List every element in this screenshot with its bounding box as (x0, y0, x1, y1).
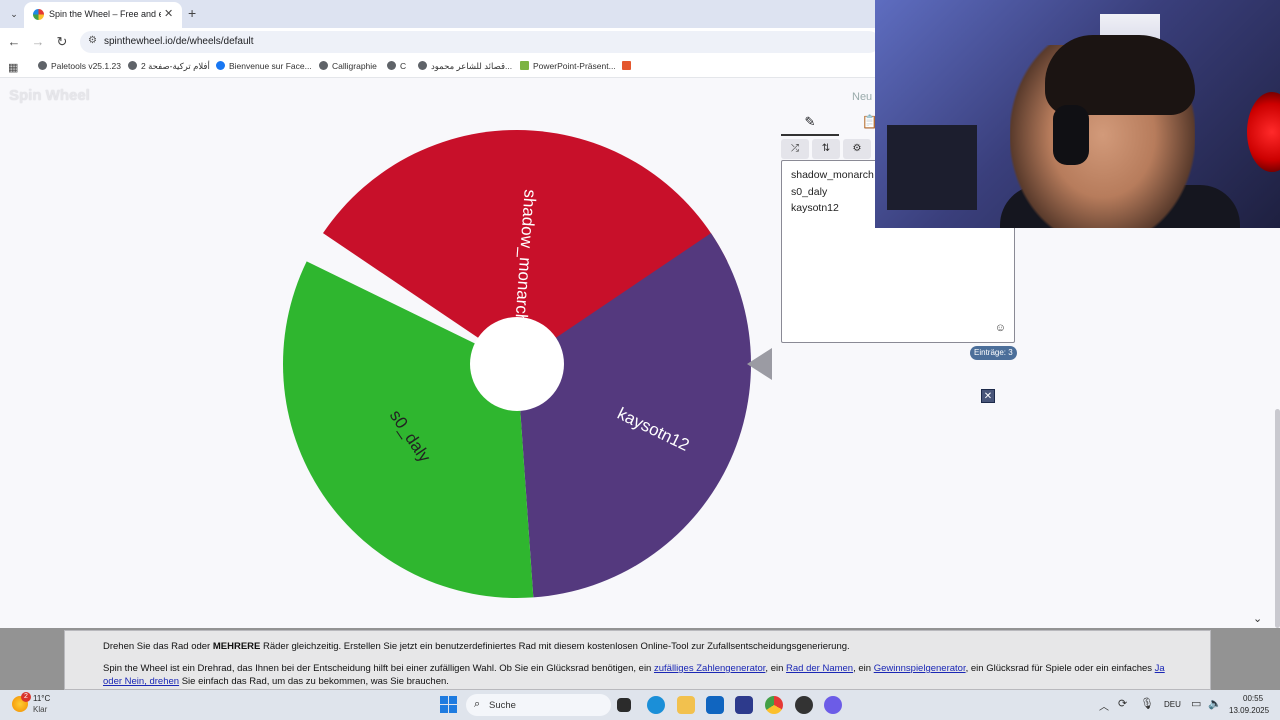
link-number-generator[interactable]: zufälliges Zahlengenerator (654, 663, 765, 674)
info-text-1: Drehen Sie das Rad oder MEHRERE Räder gl… (103, 641, 850, 652)
webcam-monitor (887, 125, 977, 210)
wheel[interactable]: shadow_monarch1337 kaysotn12 s0_daly (282, 127, 782, 602)
scrollbar[interactable] (1275, 409, 1280, 628)
forward-icon[interactable]: → (30, 34, 46, 49)
menu-new[interactable]: Neu (852, 91, 872, 103)
spinthewheel-favicon-icon (33, 9, 44, 20)
facebook-icon (216, 61, 225, 70)
globe-icon (38, 61, 47, 70)
outlook-icon[interactable] (706, 696, 724, 714)
network-icon[interactable]: ▭ (1191, 697, 1201, 710)
bookmark-item[interactable]: Bienvenue sur Face... (216, 61, 312, 71)
site-info-icon[interactable]: ⚙ (88, 35, 97, 46)
bookmark-item[interactable]: C (387, 61, 406, 71)
windows-start-icon[interactable] (440, 696, 457, 713)
webcam-red-light (1247, 92, 1280, 172)
globe-icon (128, 61, 137, 70)
tab-active[interactable]: Spin the Wheel – Free and easy ✕ (24, 2, 182, 28)
app-icon[interactable] (795, 696, 813, 714)
globe-icon (319, 61, 328, 70)
sync-icon[interactable]: ⟳ (1118, 697, 1127, 710)
volume-icon[interactable]: 🔈 (1208, 697, 1222, 710)
weather-badge: 2 (21, 692, 31, 702)
search-icon: ⌕ (474, 698, 481, 710)
discord-icon[interactable] (824, 696, 842, 714)
store-icon[interactable] (735, 696, 753, 714)
bookmark-item[interactable]: PowerPoint-Präsent... (520, 61, 616, 71)
link-name-wheel[interactable]: Rad der Namen (786, 663, 853, 674)
close-icon[interactable]: ✕ (981, 389, 995, 403)
taskbar: 2 11°C Klar ⌕ Suche ︿ ⟳ 🎙 DEU ▭ 🔈 00:55 … (0, 690, 1280, 720)
url-text: spinthewheel.io/de/wheels/default (104, 36, 254, 47)
new-tab-icon[interactable]: + (188, 5, 196, 21)
bookmark-item[interactable] (622, 61, 635, 71)
sort-icon[interactable]: ⇅ (812, 139, 840, 159)
bookmark-app-icon (622, 61, 631, 70)
clock-date[interactable]: 13.09.2025 (1229, 706, 1269, 715)
link-giveaway-generator[interactable]: Gewinnspielgenerator (874, 663, 966, 674)
tab-edit-pencil-icon[interactable]: ✎ (781, 114, 839, 136)
address-bar[interactable]: ⚙ spinthewheel.io/de/wheels/default (80, 31, 880, 53)
info-text-2: Spin the Wheel ist ein Drehrad, das Ihne… (103, 663, 1165, 687)
tray-chevron-up-icon[interactable]: ︿ (1099, 698, 1109, 713)
headphone-icon (1053, 105, 1089, 165)
shuffle-icon[interactable]: ⤮ (781, 139, 809, 159)
bookmark-item[interactable]: Calligraphie (319, 61, 377, 71)
info-band: Drehen Sie das Rad oder MEHRERE Räder gl… (0, 628, 1280, 690)
taskbar-search[interactable]: ⌕ Suche (466, 694, 611, 716)
site-logo[interactable]: Spin Wheel (9, 87, 90, 104)
document-icon (520, 61, 529, 70)
file-explorer-icon[interactable] (677, 696, 695, 714)
apps-grid-icon[interactable]: ▦ (8, 61, 18, 74)
weather-temperature: 11°C (33, 694, 51, 703)
microphone-icon[interactable]: 🎙 (1140, 697, 1154, 710)
tab-close-icon[interactable]: ✕ (164, 7, 173, 20)
settings-icon[interactable]: ⚙ (843, 139, 871, 159)
bookmark-item[interactable]: Paletools v25.1.23 (38, 61, 121, 71)
language-indicator[interactable]: DEU (1164, 700, 1181, 709)
chevron-down-icon[interactable]: ⌄ (1253, 612, 1262, 625)
search-label: Suche (489, 700, 516, 711)
task-view-icon[interactable] (617, 698, 631, 712)
bookmark-item[interactable]: قصائد للشاعر محمود... (418, 61, 512, 72)
back-icon[interactable]: ← (6, 34, 22, 49)
weather-condition: Klar (33, 705, 48, 714)
edge-icon[interactable] (647, 696, 665, 714)
bookmark-item[interactable]: أفلام تركية-صفحة 2 (128, 61, 210, 72)
globe-icon (418, 61, 427, 70)
tab-title: Spin the Wheel – Free and easy (49, 9, 161, 19)
emoji-icon[interactable]: ☺ (995, 322, 1006, 334)
webcam-hair (1045, 35, 1195, 115)
webcam-overlay (875, 0, 1280, 228)
globe-icon (387, 61, 396, 70)
tab-search-icon[interactable]: ⌄ (6, 6, 22, 22)
reload-icon[interactable]: ↻ (54, 34, 70, 50)
info-box: Drehen Sie das Rad oder MEHRERE Räder gl… (64, 630, 1211, 690)
clock-time[interactable]: 00:55 (1243, 694, 1263, 703)
entries-count-badge: Einträge: 3 (970, 346, 1017, 360)
wheel-pointer (747, 348, 772, 380)
chrome-icon[interactable] (765, 696, 783, 714)
